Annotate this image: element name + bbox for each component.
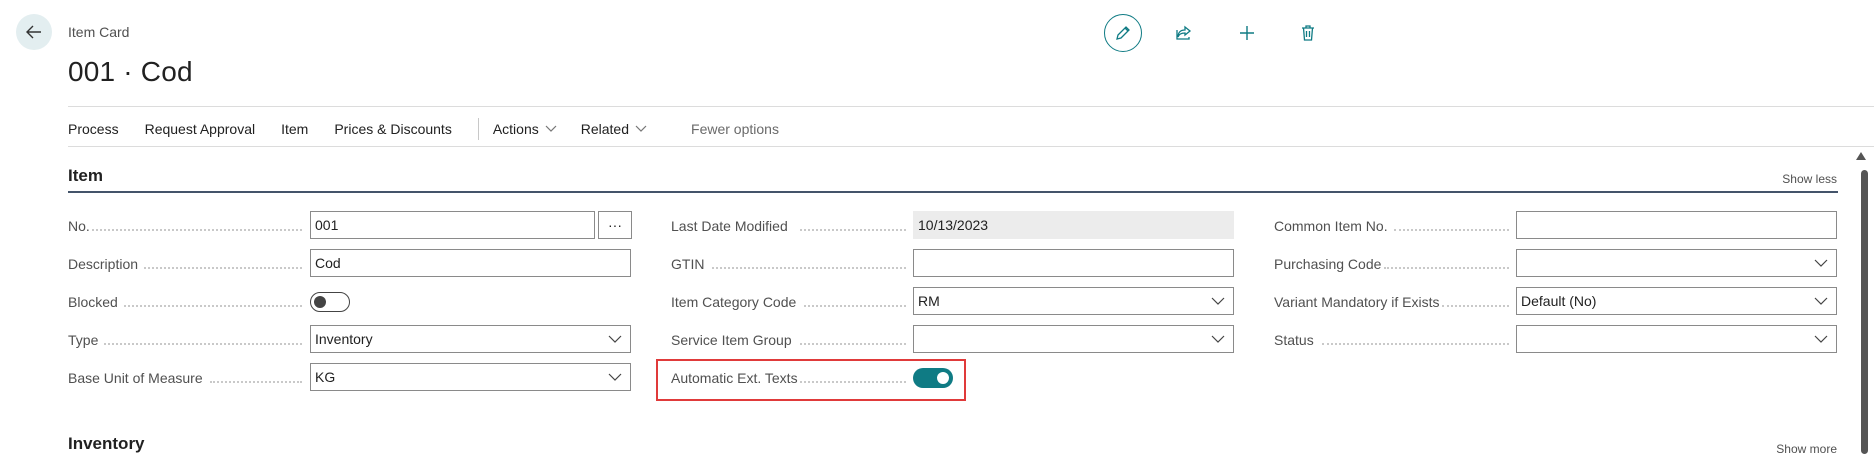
action-prices-discounts[interactable]: Prices & Discounts: [334, 121, 451, 137]
service-item-group-select[interactable]: [913, 325, 1234, 353]
action-bar: Process Request Approval Item Prices & D…: [68, 118, 805, 140]
no-label: No.: [68, 218, 90, 234]
related-menu-label: Related: [580, 121, 630, 137]
share-button[interactable]: [1165, 14, 1203, 52]
common-item-no-field[interactable]: [1516, 211, 1837, 239]
leader-dots: [124, 304, 302, 307]
related-menu[interactable]: Related: [581, 121, 647, 137]
base-uom-label: Base Unit of Measure: [68, 370, 203, 386]
leader-dots: [712, 266, 906, 269]
leader-dots: [1442, 304, 1509, 307]
scrollbar-thumb[interactable]: [1861, 170, 1868, 454]
chevron-down-icon: [1814, 259, 1828, 267]
chevron-down-icon: [1814, 335, 1828, 343]
action-request-approval[interactable]: Request Approval: [145, 121, 256, 137]
variant-mandatory-label: Variant Mandatory if Exists: [1274, 294, 1440, 310]
leader-dots: [144, 266, 302, 269]
chevron-down-icon: [545, 125, 557, 132]
type-select-value: Inventory: [315, 331, 373, 347]
service-item-group-label: Service Item Group: [671, 332, 792, 348]
leader-dots: [800, 228, 906, 231]
purchasing-code-select[interactable]: [1516, 249, 1837, 277]
fewer-options-link[interactable]: Fewer options: [691, 121, 779, 137]
back-button[interactable]: [16, 14, 52, 50]
leader-dots: [804, 304, 906, 307]
no-lookup-button[interactable]: ···: [598, 211, 632, 239]
leader-dots: [210, 380, 302, 383]
new-icon: [1240, 26, 1254, 40]
delete-button[interactable]: [1289, 14, 1327, 52]
last-modified-label: Last Date Modified: [671, 218, 788, 234]
chevron-down-icon: [608, 335, 622, 343]
chevron-down-icon: [1211, 335, 1225, 343]
leader-dots: [92, 228, 302, 231]
share-icon: [1176, 25, 1192, 40]
new-button[interactable]: [1228, 14, 1266, 52]
edit-button[interactable]: [1104, 14, 1142, 52]
header-divider: [68, 106, 1874, 107]
edit-icon: [1116, 26, 1130, 40]
delete-icon: [1302, 25, 1314, 41]
leader-dots: [800, 342, 906, 345]
back-arrow-icon: [26, 25, 41, 39]
chevron-down-icon: [1211, 297, 1225, 305]
blocked-toggle[interactable]: [310, 292, 350, 312]
status-select[interactable]: [1516, 325, 1837, 353]
leader-dots: [1384, 266, 1509, 269]
section-item-underline: [68, 191, 1838, 193]
actions-menu-label: Actions: [492, 121, 539, 137]
chevron-down-icon: [608, 373, 622, 381]
action-item[interactable]: Item: [281, 121, 308, 137]
description-field[interactable]: Cod: [310, 249, 631, 277]
variant-mandatory-select-value: Default (No): [1521, 293, 1597, 309]
purchasing-code-label: Purchasing Code: [1274, 256, 1382, 272]
toggle-knob: [314, 296, 326, 308]
description-label: Description: [68, 256, 139, 272]
common-item-no-label: Common Item No.: [1274, 218, 1388, 234]
item-category-select-value: RM: [918, 293, 940, 309]
section-inventory-title: Inventory: [68, 434, 145, 453]
scroll-up-arrow-icon[interactable]: [1856, 152, 1866, 160]
chevron-down-icon: [1814, 297, 1828, 305]
action-process[interactable]: Process: [68, 121, 119, 137]
type-select[interactable]: Inventory: [310, 325, 631, 353]
leader-dots: [1394, 228, 1509, 231]
gtin-label: GTIN: [671, 256, 705, 272]
no-field[interactable]: 001: [310, 211, 595, 239]
gtin-field[interactable]: [913, 249, 1234, 277]
leader-dots: [1322, 342, 1509, 345]
base-uom-select[interactable]: KG: [310, 363, 631, 391]
action-separator: [477, 118, 479, 140]
actions-menu[interactable]: Actions: [493, 121, 557, 137]
page-title: 001 · Cod: [68, 56, 193, 87]
last-modified-field: 10/13/2023: [913, 211, 1234, 239]
type-label: Type: [68, 332, 99, 348]
leader-dots: [104, 342, 302, 345]
actionbar-divider: [68, 146, 1874, 147]
status-label: Status: [1274, 332, 1314, 348]
breadcrumb: Item Card: [68, 24, 130, 40]
highlight-box: [656, 359, 966, 401]
section-item-title: Item: [68, 166, 103, 185]
base-uom-select-value: KG: [315, 369, 336, 385]
item-category-label: Item Category Code: [671, 294, 797, 310]
chevron-down-icon: [635, 125, 647, 132]
item-category-select[interactable]: RM: [913, 287, 1234, 315]
blocked-label: Blocked: [68, 294, 118, 310]
show-less-link[interactable]: Show less: [1782, 172, 1837, 186]
variant-mandatory-select[interactable]: Default (No): [1516, 287, 1837, 315]
